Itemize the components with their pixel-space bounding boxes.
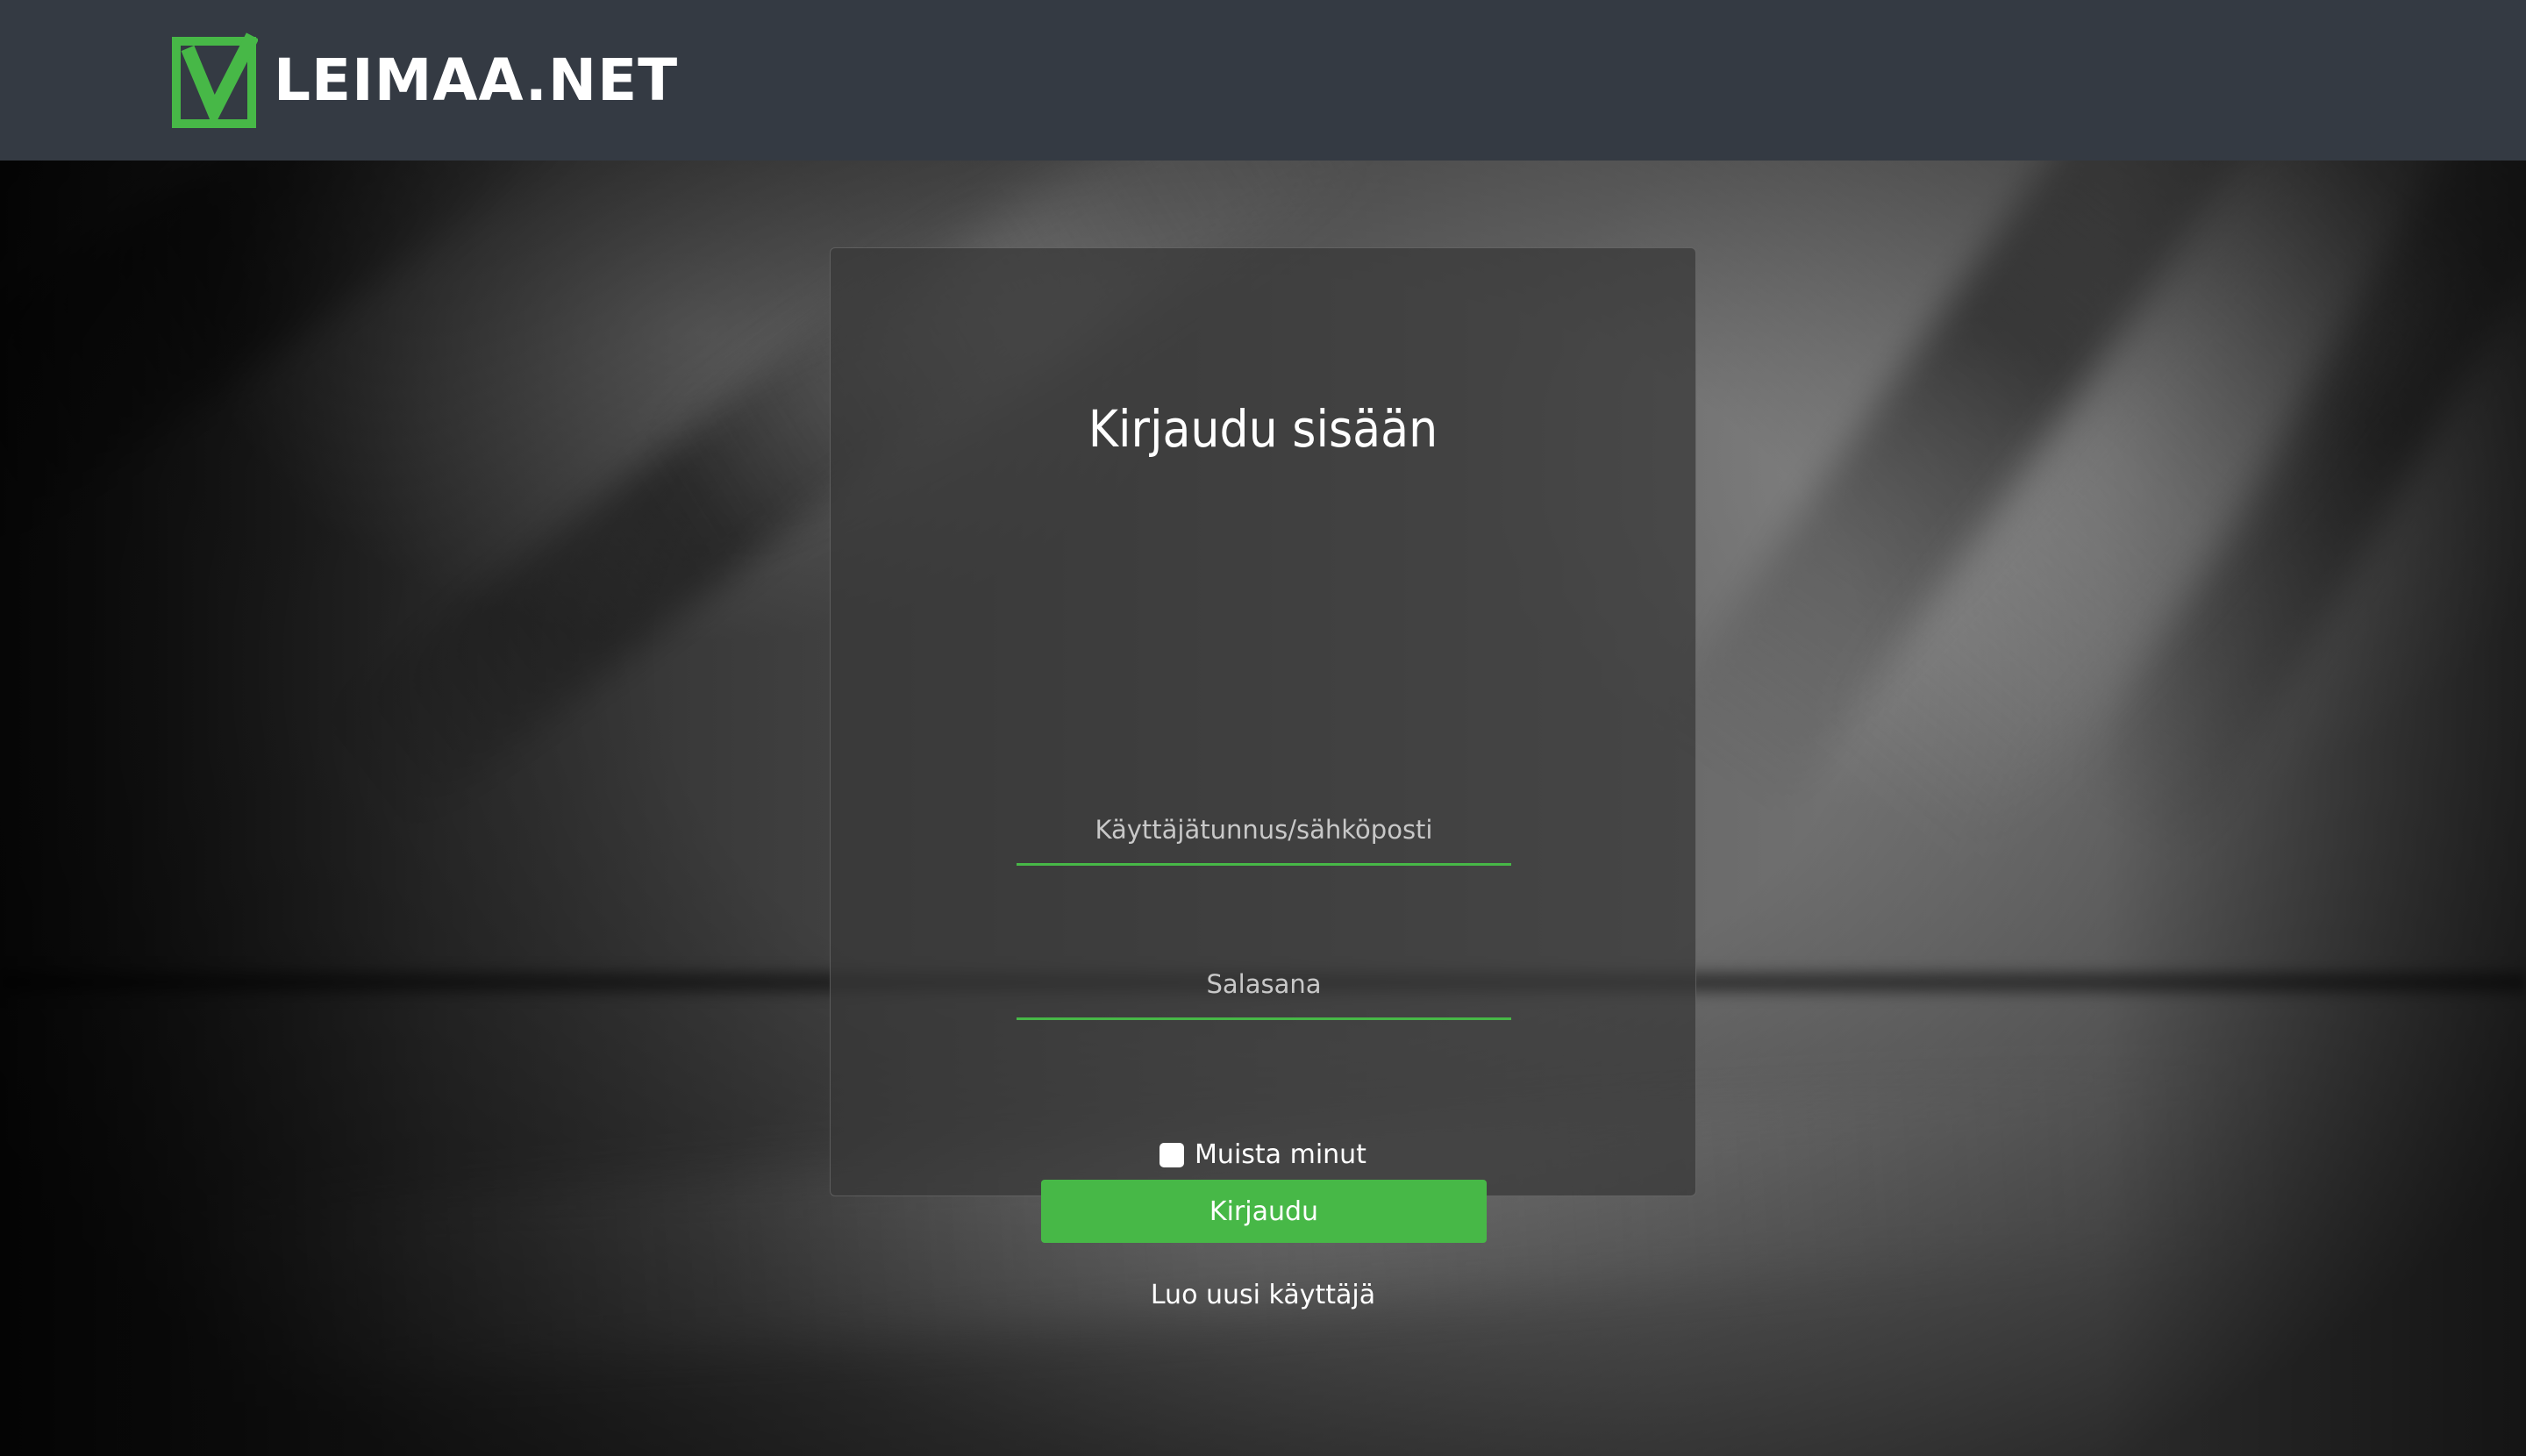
logo-text: LEIMAA.NET [274, 46, 679, 114]
password-input[interactable] [1017, 950, 1511, 1017]
login-card: Kirjaudu sisään Muista minut Kirjaudu Lu… [830, 247, 1696, 1310]
remember-me: Muista minut [831, 1139, 1695, 1170]
login-title: Kirjaudu sisään [1088, 399, 1438, 459]
remember-me-label[interactable]: Muista minut [1195, 1139, 1366, 1170]
site-logo[interactable]: LEIMAA.NET [172, 32, 678, 129]
remember-me-checkbox[interactable] [1160, 1142, 1185, 1167]
username-field [1017, 796, 1511, 866]
logo-checkmark-icon [172, 32, 258, 128]
password-field [1017, 950, 1511, 1020]
login-button[interactable]: Kirjaudu [1041, 1180, 1487, 1243]
username-input[interactable] [1017, 796, 1511, 863]
create-account-link[interactable]: Luo uusi käyttäjä [831, 1280, 1695, 1310]
top-header: LEIMAA.NET [0, 0, 2526, 161]
